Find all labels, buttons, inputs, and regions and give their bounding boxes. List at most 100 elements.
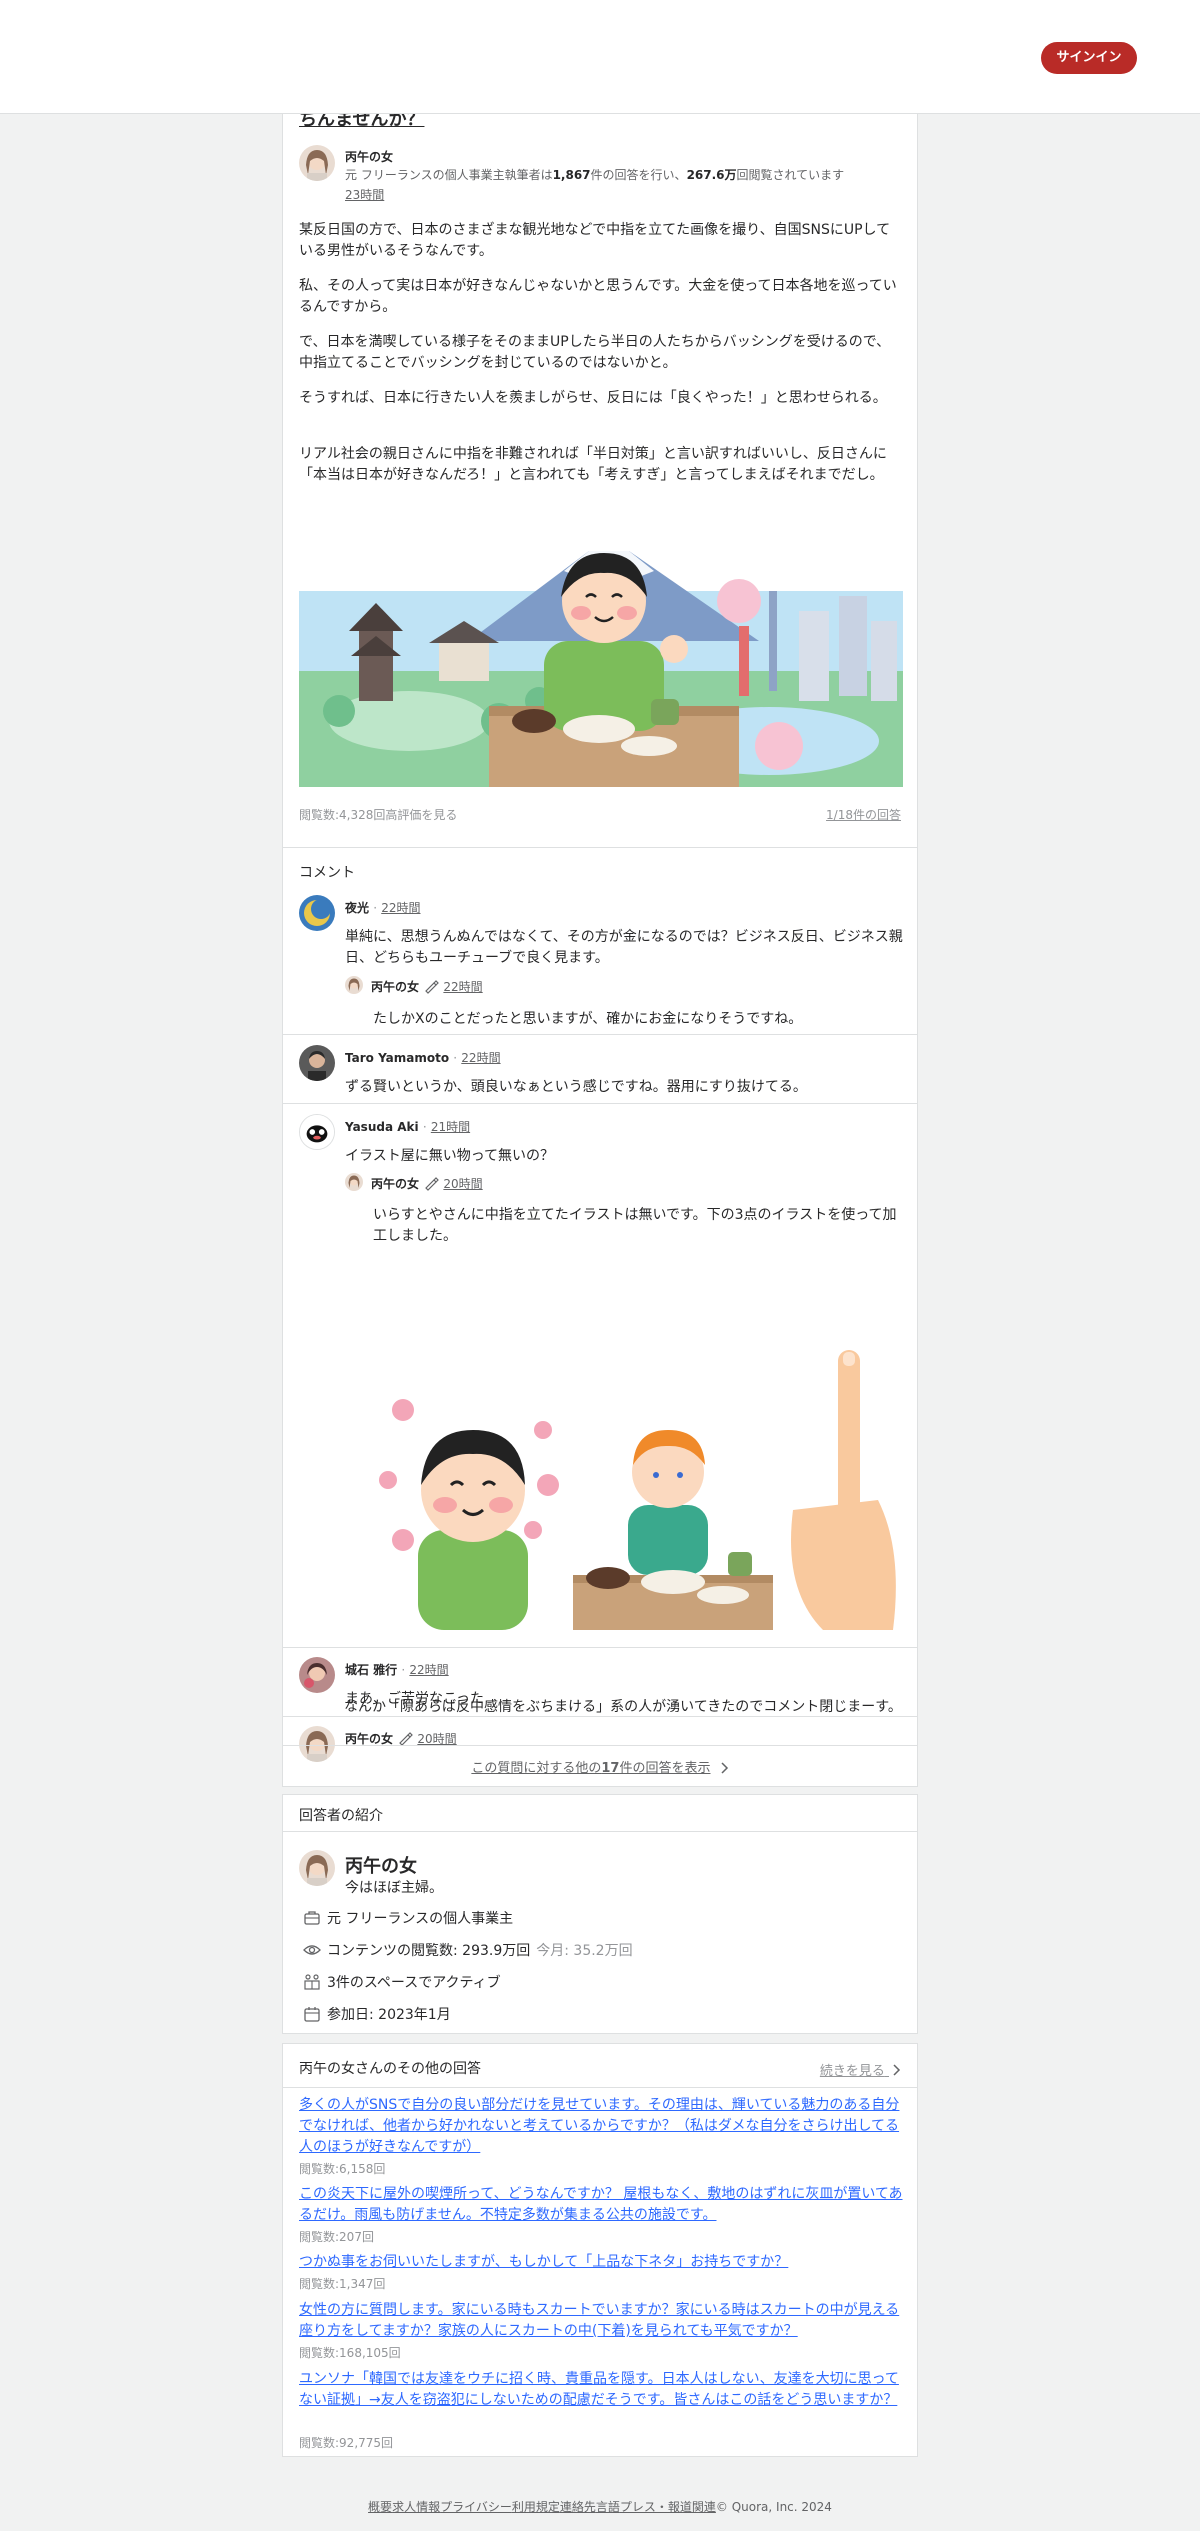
comment-meta: Yasuda Aki · 21時間 <box>345 1120 471 1134</box>
reply-time[interactable]: 20時間 <box>443 1177 482 1191</box>
other-answer-question[interactable]: つかぬ事をお伺いいたしますが、もしかして「上品な下ネタ」お持ちですか？ <box>299 2252 903 2273</box>
chevron-right-icon <box>721 1762 729 1774</box>
answer-paragraph: 私、その人って実は日本が好きなんじゃないかと思うんです。大金を使って日本各地を巡… <box>299 278 897 315</box>
other-answer-views: 閲覧数:6,158回 <box>299 2162 386 2176</box>
top-bar: サインイン <box>0 0 1200 114</box>
divider <box>283 1647 917 1648</box>
commenter-avatar[interactable] <box>299 1657 335 1693</box>
commenter-name[interactable]: Yasuda Aki <box>345 1120 419 1134</box>
replier-avatar[interactable] <box>345 1173 363 1191</box>
comment-time[interactable]: 22時間 <box>409 1663 448 1677</box>
footer-link-careers[interactable]: 求人情報 <box>392 2500 440 2514</box>
author-credential: 元 フリーランスの個人事業主執筆者は1,867件の回答を行い、267.6万回閲覧… <box>345 168 845 182</box>
answer-card: ちんませんか？ 丙午の女 元 フリーランスの個人事業主執筆者は1,867件の回答… <box>282 95 918 1787</box>
other-answers-heading: 丙午の女さんのその他の回答 <box>299 2061 481 2077</box>
author-name[interactable]: 丙午の女 <box>345 148 393 165</box>
quill-icon <box>423 1175 440 1191</box>
comment-text: 単純に、思想うんぬんではなくて、その方が金になるのでは？ビジネス反日、ビジネス親… <box>345 929 903 966</box>
profile-spaces-row: 3件のスペースでアクティブ <box>303 1972 501 1992</box>
reply-time[interactable]: 22時間 <box>443 980 482 994</box>
answer-illustration <box>299 531 903 787</box>
briefcase-icon <box>303 1909 321 1927</box>
other-answer-question[interactable]: この炎天下に屋外の喫煙所って、どうなんですか？ 屋根もなく、敷地のはずれに灰皿が… <box>299 2184 903 2226</box>
author-profile-card: 回答者の紹介 丙午の女 今はほぼ主婦。 元 フリーランスの個人事業主 コンテンツ… <box>282 1794 918 2034</box>
divider <box>283 2087 917 2088</box>
comment-meta: 城石 雅行 · 22時間 <box>345 1663 449 1677</box>
profile-views-row: コンテンツの閲覧数: 293.9万回 今月: 35.2万回 <box>303 1940 633 1960</box>
other-answer-views: 閲覧数:207回 <box>299 2230 374 2244</box>
footer-copyright: © Quora, Inc. 2024 <box>715 2500 832 2514</box>
answer-time[interactable]: 23時間 <box>345 186 384 203</box>
footer-link-contact[interactable]: 連絡先 <box>560 2500 596 2514</box>
footer-link-about[interactable]: 概要 <box>368 2500 392 2514</box>
comment-meta: 夜光 · 22時間 <box>345 901 421 915</box>
commenter-avatar[interactable] <box>299 1114 335 1150</box>
eye-icon <box>303 1941 321 1959</box>
quill-icon <box>423 978 440 994</box>
commenter-name[interactable]: 城石 雅行 <box>345 1663 397 1677</box>
profile-name[interactable]: 丙午の女 <box>345 1852 417 1878</box>
commenter-name[interactable]: 夜光 <box>345 901 369 915</box>
other-answer-views: 閲覧数:1,347回 <box>299 2277 386 2291</box>
spaces-icon <box>303 1973 321 1991</box>
other-answer-views: 閲覧数:168,105回 <box>299 2346 401 2360</box>
divider <box>283 1103 917 1104</box>
comment-text: イラスト屋に無い物って無いの？ <box>345 1148 555 1164</box>
profile-avatar[interactable] <box>299 1850 335 1886</box>
comment-time[interactable]: 22時間 <box>461 1051 500 1065</box>
commenter-name[interactable]: Taro Yamamoto <box>345 1051 449 1065</box>
profile-bio: 今はほぼ主婦。 <box>345 1880 443 1896</box>
footer: 概要求人情報プライバシー利用規定連絡先言語プレス・報道関連© Quora, In… <box>0 2498 1200 2515</box>
answer-paragraph: で、日本を満喫している様子をそのままUPしたら半日の人たちからバッシングを受ける… <box>299 334 891 371</box>
profile-views-month: 今月: 35.2万回 <box>536 1943 633 1959</box>
comment-time[interactable]: 21時間 <box>431 1120 470 1134</box>
divider <box>283 1745 917 1746</box>
reply-text: たしかXのことだったと思いますが、確かにお金になりそうですね。 <box>373 1011 803 1027</box>
chevron-right-icon <box>893 2064 901 2076</box>
see-all-link[interactable]: 続きを見る <box>820 2060 901 2079</box>
comment-text: なんか「隙あらば反中感情をぶちまける」系の人が湧いてきたのでコメント閉じまーす。 <box>344 1699 902 1715</box>
comment-meta: Taro Yamamoto · 22時間 <box>345 1051 501 1065</box>
other-answer-question[interactable]: 多くの人がSNSで自分の良い部分だけを見せています。その理由は、輝いている魅力の… <box>299 2095 903 2158</box>
answer-position[interactable]: 1/18件の回答 <box>826 806 901 823</box>
calendar-icon <box>303 2005 321 2023</box>
footer-link-terms[interactable]: 利用規定 <box>512 2500 560 2514</box>
comment-text: ずる賢いというか、頭良いなぁという感じですね。器用にすり抜けてる。 <box>345 1079 807 1095</box>
reply-meta: 丙午の女 20時間 <box>371 1175 483 1192</box>
signin-button[interactable]: サインイン <box>1041 42 1137 74</box>
divider <box>283 1034 917 1035</box>
commenter-name[interactable]: 丙午の女 <box>345 1732 393 1746</box>
reply-text: いらすとやさんに中指を立てたイラストは無いです。下の3点のイラストを使って加工し… <box>373 1207 897 1244</box>
footer-link-press[interactable]: プレス・報道関連 <box>620 2500 716 2514</box>
reply-illustration <box>373 1290 903 1640</box>
comment-time[interactable]: 22時間 <box>381 901 420 915</box>
more-answers-link[interactable]: この質問に対する他の17件の回答を表示 <box>282 1757 918 1776</box>
profile-heading: 回答者の紹介 <box>299 1808 383 1824</box>
answer-stats[interactable]: 閲覧数:4,328回高評価を見る <box>299 806 457 823</box>
author-avatar[interactable] <box>299 145 335 181</box>
reply-meta: 丙午の女 22時間 <box>371 978 483 995</box>
other-answer-views: 閲覧数:92,775回 <box>299 2436 394 2450</box>
commenter-avatar[interactable] <box>299 1045 335 1081</box>
other-answer-question[interactable]: 女性の方に質問します。家にいる時もスカートでいますか？家にいる時はスカートの中が… <box>299 2300 903 2342</box>
divider <box>283 1831 917 1832</box>
divider <box>283 847 917 848</box>
profile-spaces[interactable]: 3件のスペースでアクティブ <box>327 1972 501 1992</box>
replier-name[interactable]: 丙午の女 <box>371 980 419 994</box>
commenter-avatar[interactable] <box>299 895 335 931</box>
profile-views: コンテンツの閲覧数: 293.9万回 <box>327 1943 531 1959</box>
footer-link-privacy[interactable]: プライバシー <box>440 2500 512 2514</box>
comment-time[interactable]: 20時間 <box>417 1732 456 1746</box>
profile-joined: 参加日: 2023年1月 <box>327 2007 451 2023</box>
profile-joined-row: 参加日: 2023年1月 <box>303 2004 451 2024</box>
replier-avatar[interactable] <box>345 976 363 994</box>
quill-icon <box>397 1730 414 1746</box>
other-answer-question[interactable]: ユンソナ「韓国では友達をウチに招く時、貴重品を隠す。日本人はしない、友達を大切に… <box>299 2369 903 2411</box>
comments-heading: コメント <box>299 865 355 881</box>
footer-link-languages[interactable]: 言語 <box>596 2500 620 2514</box>
answer-paragraph: そうすれば、日本に行きたい人を羨ましがらせ、反日には「良くやった！」と思わせられ… <box>299 390 887 406</box>
profile-work-row: 元 フリーランスの個人事業主 <box>303 1908 513 1928</box>
replier-name[interactable]: 丙午の女 <box>371 1177 419 1191</box>
profile-work: 元 フリーランスの個人事業主 <box>327 1911 514 1927</box>
answer-paragraph: リアル社会の親日さんに中指を非難されれば「半日対策」と言い訳すればいいし、反日さ… <box>299 446 887 483</box>
